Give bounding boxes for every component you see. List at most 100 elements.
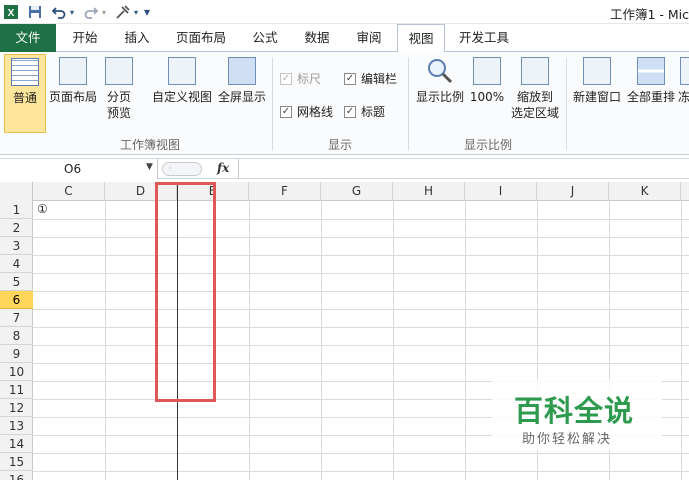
show-group-label: 显示 xyxy=(327,138,352,152)
redo-dropdown-icon[interactable]: ▾ xyxy=(100,3,108,21)
row-headers: 1 2 3 4 5 6 7 8 9 10 11 12 13 14 15 16 xyxy=(0,201,33,480)
excel-logo-icon: X xyxy=(2,3,20,21)
row-header[interactable]: 16 xyxy=(0,471,33,480)
undo-dropdown-icon[interactable]: ▾ xyxy=(68,3,76,21)
row-header[interactable]: 12 xyxy=(0,399,33,417)
column-header-f[interactable]: F xyxy=(249,182,321,201)
cell-c1[interactable]: ① xyxy=(37,202,48,216)
zoom-button[interactable]: 显示比例 xyxy=(414,57,466,105)
row-header[interactable]: 15 xyxy=(0,453,33,471)
page-layout-icon xyxy=(59,57,87,85)
page-layout-view-button[interactable]: 页面布局 xyxy=(48,57,98,105)
gridline xyxy=(33,327,689,328)
save-icon[interactable] xyxy=(26,3,44,21)
tab-review[interactable]: 审阅 xyxy=(346,24,392,52)
row-header[interactable]: 14 xyxy=(0,435,33,453)
name-box-value: O6 xyxy=(64,162,82,176)
custom-views-label: 自定义视图 xyxy=(151,90,212,104)
tab-insert[interactable]: 插入 xyxy=(112,24,162,52)
row-header[interactable]: 1 xyxy=(0,201,33,219)
row-header[interactable]: 13 xyxy=(0,417,33,435)
row-header[interactable]: 3 xyxy=(0,237,33,255)
page-break-label-1: 分页 xyxy=(106,90,131,104)
freeze-panes-button[interactable]: 冻 xyxy=(678,57,689,105)
tools-icon[interactable] xyxy=(114,3,132,21)
tab-view[interactable]: 视图 xyxy=(397,24,445,53)
gridline xyxy=(33,363,689,364)
row-header[interactable]: 2 xyxy=(0,219,33,237)
tab-page-layout[interactable]: 页面布局 xyxy=(168,24,234,52)
gridline xyxy=(33,471,689,472)
customize-qa-icon[interactable]: ▾ xyxy=(142,3,152,21)
full-screen-label: 全屏显示 xyxy=(217,90,266,104)
column-header-g[interactable]: G xyxy=(321,182,393,201)
zoom-label: 显示比例 xyxy=(415,90,464,104)
new-window-icon xyxy=(583,57,611,85)
gridline xyxy=(33,273,689,274)
full-screen-icon xyxy=(228,57,256,85)
normal-view-label: 普通 xyxy=(12,91,37,105)
tab-formulas[interactable]: 公式 xyxy=(242,24,288,52)
tab-data[interactable]: 数据 xyxy=(294,24,340,52)
workbook-views-group-label: 工作簿视图 xyxy=(119,138,180,152)
name-box[interactable]: O6 ▼ xyxy=(0,159,158,179)
zoom-100-button[interactable]: 100% xyxy=(468,57,506,105)
gridlines-checkbox[interactable]: ✓ 网格线 xyxy=(280,103,333,120)
redo-icon[interactable] xyxy=(82,3,100,21)
row-header[interactable]: 4 xyxy=(0,255,33,273)
row-header[interactable]: 10 xyxy=(0,363,33,381)
tools-dropdown-icon[interactable]: ▾ xyxy=(132,3,140,21)
formula-bar-checkbox[interactable]: ✓ 编辑栏 xyxy=(344,70,397,87)
tab-developer[interactable]: 开发工具 xyxy=(452,24,516,52)
row-header[interactable]: 5 xyxy=(0,273,33,291)
undo-icon[interactable] xyxy=(50,3,68,21)
separator xyxy=(272,58,273,150)
headings-check-icon: ✓ xyxy=(344,105,356,118)
new-window-button[interactable]: 新建窗口 xyxy=(570,57,624,105)
row-header[interactable]: 9 xyxy=(0,345,33,363)
arrange-all-label: 全部重排 xyxy=(626,90,675,104)
arrange-all-button[interactable]: 全部重排 xyxy=(624,57,678,105)
column-header-k[interactable]: K xyxy=(609,182,681,201)
row-header-selected[interactable]: 6 xyxy=(0,291,33,309)
row-header[interactable]: 11 xyxy=(0,381,33,399)
gridline xyxy=(681,201,682,480)
zoom-to-selection-label-1: 缩放到 xyxy=(516,90,553,104)
full-screen-button[interactable]: 全屏显示 xyxy=(216,57,268,105)
custom-views-icon xyxy=(168,57,196,85)
insert-function-icon[interactable]: fx xyxy=(217,161,229,175)
gridline xyxy=(321,201,322,480)
custom-views-button[interactable]: 自定义视图 xyxy=(150,57,214,105)
gridline xyxy=(393,201,394,480)
tab-home[interactable]: 开始 xyxy=(60,24,110,52)
gridline xyxy=(33,219,689,220)
column-header-i[interactable]: I xyxy=(465,182,537,201)
column-header-c[interactable]: C xyxy=(33,182,105,201)
title-bar: X ▾ ▾ ▾ ▾ 工作簿1 - Mic xyxy=(0,0,689,24)
page-layout-label: 页面布局 xyxy=(48,90,97,104)
name-box-dropdown-icon[interactable]: ▼ xyxy=(146,162,153,172)
ruler-checkbox[interactable]: ✓ 标尺 xyxy=(280,70,321,87)
formula-controls[interactable]: ◦ xyxy=(162,162,202,176)
gridline xyxy=(105,201,106,480)
separator xyxy=(408,58,409,150)
row-header[interactable]: 7 xyxy=(0,309,33,327)
gridlines-label: 网格线 xyxy=(297,105,334,119)
formula-divider xyxy=(238,159,239,179)
zoom-100-label: 100% xyxy=(469,90,505,104)
highlight-box xyxy=(155,182,216,402)
zoom-100-icon xyxy=(473,57,501,85)
select-all-corner[interactable] xyxy=(0,182,33,201)
ribbon-tabs: 文件 开始 插入 页面布局 公式 数据 审阅 视图 开发工具 xyxy=(0,24,689,53)
formula-bar-check-icon: ✓ xyxy=(344,72,356,85)
gridline xyxy=(33,309,689,310)
headings-checkbox[interactable]: ✓ 标题 xyxy=(344,103,385,120)
page-break-preview-button[interactable]: 分页 预览 xyxy=(102,57,136,121)
zoom-to-selection-button[interactable]: 缩放到 选定区域 xyxy=(508,57,562,121)
excel-window: X ▾ ▾ ▾ ▾ 工作簿1 - Mic 文件 开始 插入 页面布局 公式 数据… xyxy=(0,0,689,480)
column-header-h[interactable]: H xyxy=(393,182,465,201)
row-header[interactable]: 8 xyxy=(0,327,33,345)
tab-file[interactable]: 文件 xyxy=(0,24,56,52)
column-header-j[interactable]: J xyxy=(537,182,609,201)
normal-view-button[interactable]: 普通 xyxy=(4,54,46,133)
